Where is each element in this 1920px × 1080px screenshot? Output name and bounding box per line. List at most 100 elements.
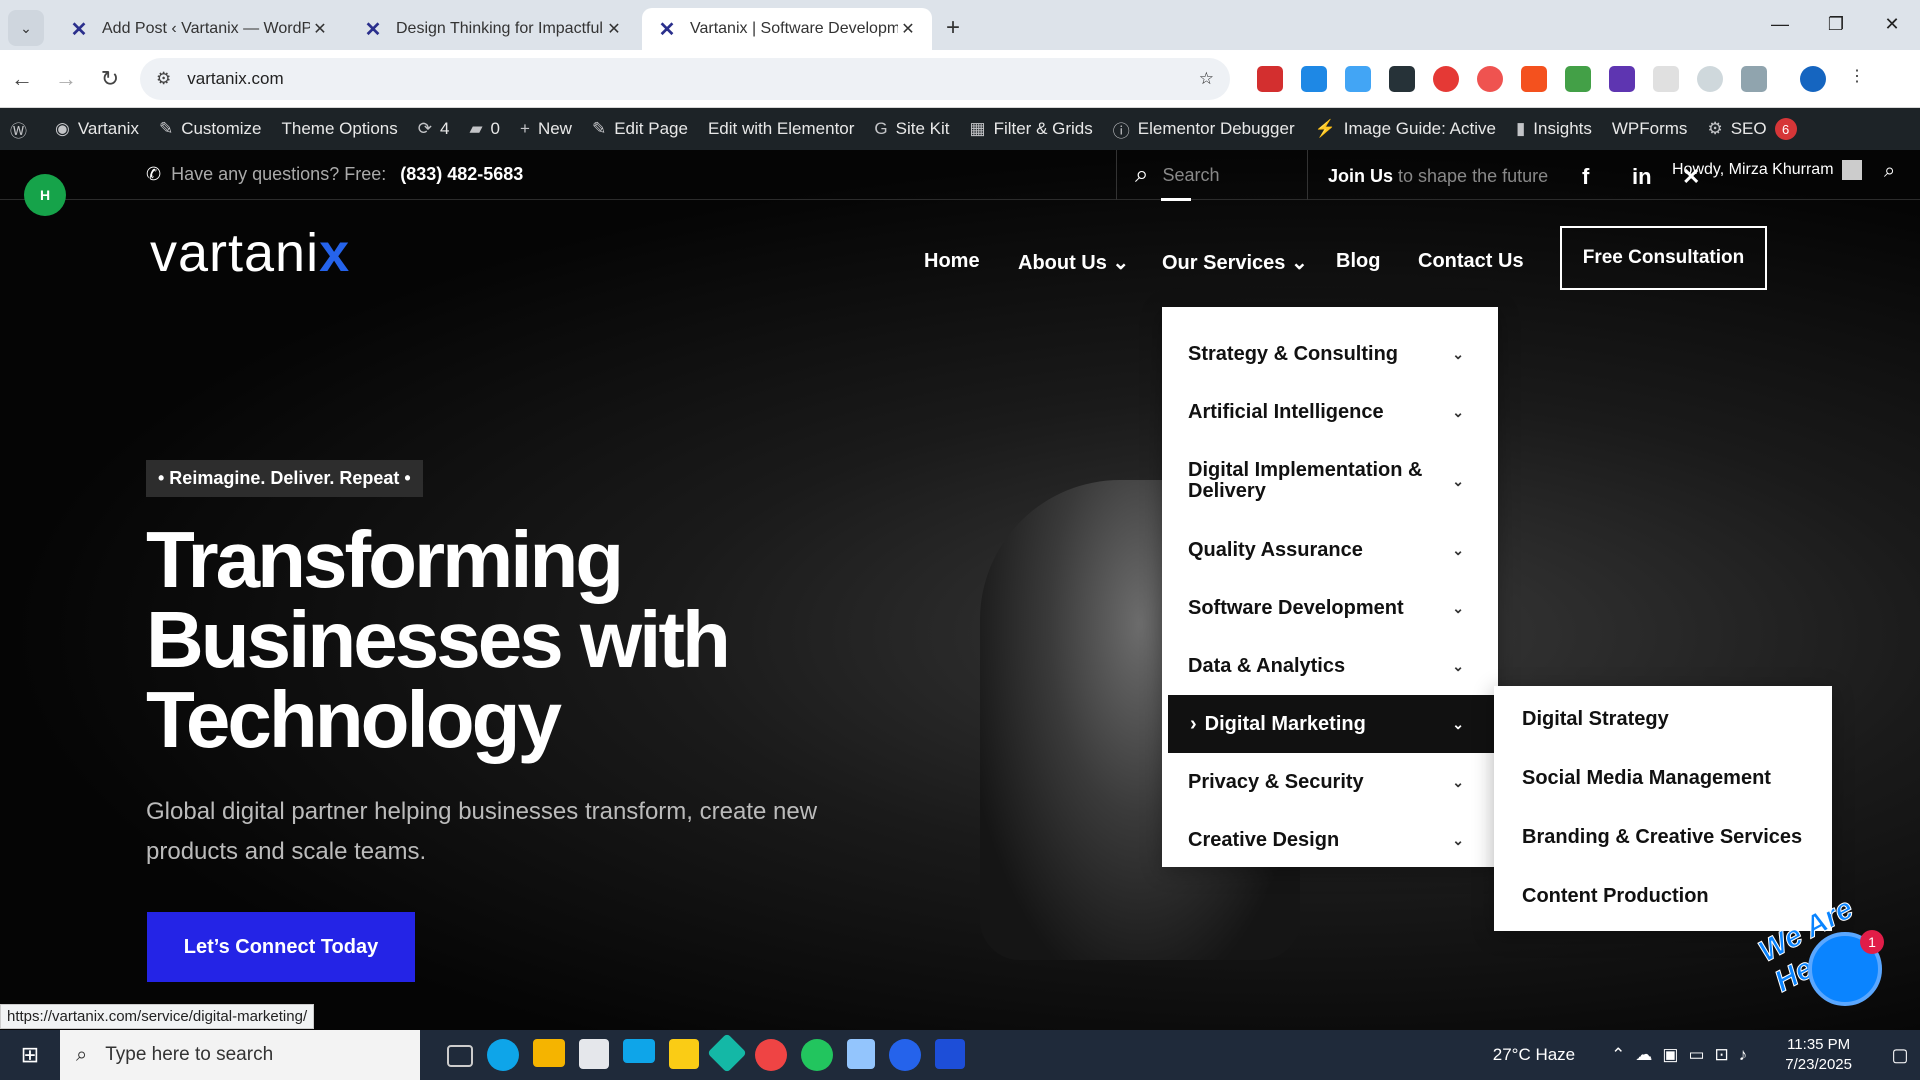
dropdown-item-strategy[interactable]: Strategy & Consulting ⌄ [1162, 325, 1498, 383]
chrome-icon[interactable] [801, 1039, 833, 1071]
tab-vartanix-active[interactable]: ✕ Vartanix | Software Developmen ✕ [642, 8, 932, 50]
blank-extension-icon[interactable] [1653, 65, 1679, 92]
url-bar[interactable]: ⚙ vartanix.com ☆ [140, 57, 1230, 100]
tab-design-thinking[interactable]: ✕ Design Thinking for Impactful V ✕ [348, 8, 638, 50]
pdf-extension-icon[interactable] [1257, 65, 1283, 92]
word-icon[interactable] [935, 1039, 965, 1069]
menu-blog[interactable]: Blog [1336, 250, 1380, 273]
submenu-digital-strategy[interactable]: Digital Strategy [1522, 708, 1669, 731]
wp-item-image-guide[interactable]: ⚡ Image Guide: Active [1305, 119, 1506, 139]
wp-item-comments[interactable]: ▰ 0 [459, 119, 510, 139]
wp-item-updates[interactable]: ⟳ 4 [408, 119, 460, 139]
wp-item-theme-options[interactable]: Theme Options [272, 119, 408, 139]
wp-item-wpforms[interactable]: WPForms [1602, 119, 1698, 139]
wp-item-insights[interactable]: ▮ Insights [1506, 119, 1602, 139]
wp-item-filter-grids[interactable]: ▦ Filter & Grids [960, 119, 1103, 139]
submenu-content-production[interactable]: Content Production [1522, 885, 1709, 908]
wp-item-site-kit[interactable]: G Site Kit [864, 119, 959, 139]
dropdown-item-software-dev[interactable]: Software Development ⌄ [1162, 579, 1498, 637]
store-icon[interactable] [579, 1039, 609, 1069]
weather-widget[interactable]: 27°C Haze [1493, 1045, 1575, 1065]
clock[interactable]: 11:35 PM 7/23/2025 [1785, 1035, 1852, 1075]
file-explorer-icon[interactable] [533, 1039, 565, 1067]
sticky-notes-icon[interactable] [669, 1039, 699, 1069]
pokeball-extension-icon[interactable] [1477, 65, 1503, 92]
wordpress-logo-icon[interactable]: Ⓦ [0, 117, 45, 142]
search-placeholder[interactable]: Search [1162, 165, 1219, 186]
menu-home[interactable]: Home [924, 250, 980, 273]
forward-arrow-icon[interactable]: → [44, 66, 88, 92]
facebook-icon[interactable]: f [1582, 164, 1632, 190]
profile-icon[interactable] [1800, 65, 1826, 92]
notepad-icon[interactable] [847, 1039, 875, 1069]
site-search[interactable]: ⌕ Search [1116, 150, 1308, 200]
submenu-social-media[interactable]: Social Media Management [1522, 767, 1771, 790]
tab-close-icon[interactable]: ✕ [310, 19, 330, 39]
minimize-button[interactable]: — [1752, 0, 1808, 48]
dropdown-item-qa[interactable]: Quality Assurance ⌄ [1162, 521, 1498, 579]
free-consultation-button[interactable]: Free Consultation [1560, 226, 1767, 290]
app-diamond-icon[interactable] [707, 1033, 747, 1073]
folder-extension-icon[interactable] [1389, 65, 1415, 92]
wp-item-new[interactable]: + New [510, 119, 582, 139]
cap-extension-icon[interactable] [1609, 65, 1635, 92]
new-tab-button[interactable]: + [946, 14, 960, 42]
document-extension-icon[interactable] [1345, 65, 1371, 92]
submenu-branding[interactable]: Branding & Creative Services [1522, 826, 1802, 849]
phone-number[interactable]: (833) 482-5683 [400, 164, 523, 185]
dropdown-item-digital-marketing[interactable]: › Digital Marketing ⌄ [1168, 695, 1498, 753]
join-us-link[interactable]: Join Us to shape the future [1328, 166, 1548, 187]
wp-item-seo[interactable]: ⚙ SEO 6 [1697, 118, 1806, 140]
tab-close-icon[interactable]: ✕ [604, 19, 624, 39]
vartanix-favicon-icon: ✕ [658, 18, 676, 41]
vartanix-logo[interactable]: vartanix [150, 222, 350, 284]
percent-extension-icon[interactable] [1521, 65, 1547, 92]
menu-about-us[interactable]: About Us ⌄ [1018, 250, 1129, 275]
site-info-icon[interactable]: ⚙ [156, 69, 171, 89]
wp-item-site[interactable]: ◉ Vartanix [45, 119, 149, 139]
taskbar-search-placeholder[interactable]: Type here to search [105, 1044, 273, 1066]
dropdown-item-creative-design[interactable]: Creative Design ⌄ [1162, 811, 1498, 869]
tab-search-button[interactable]: ⌄ [8, 10, 44, 46]
windows-start-icon[interactable]: ⊞ [0, 1042, 60, 1068]
menu-contact-us[interactable]: Contact Us [1418, 250, 1524, 273]
puzzle-extensions-icon[interactable] [1741, 65, 1767, 92]
dashboard-icon: ◉ [55, 119, 70, 138]
system-tray: 27°C Haze ⌃☁▣▭⊡♪ 11:35 PM 7/23/2025 ▢ [1493, 1030, 1920, 1080]
lets-connect-button[interactable]: Let’s Connect Today [147, 912, 415, 982]
dropdown-item-data-analytics[interactable]: Data & Analytics ⌄ [1162, 637, 1498, 695]
menu-our-services[interactable]: Our Services ⌄ [1162, 250, 1308, 275]
edge-icon[interactable] [487, 1039, 519, 1071]
wp-item-edit-page[interactable]: ✎ Edit Page [582, 119, 698, 139]
notification-icon[interactable]: ▢ [1880, 1045, 1920, 1066]
reload-icon[interactable]: ↻ [88, 66, 132, 92]
dropdown-item-privacy[interactable]: Privacy & Security ⌄ [1162, 753, 1498, 811]
chat-widget-button[interactable]: 1 [1808, 930, 1884, 1006]
bookmark-star-icon[interactable]: ☆ [1199, 69, 1214, 89]
compass-extension-icon[interactable] [1697, 65, 1723, 92]
zoom-icon[interactable] [889, 1039, 921, 1071]
task-view-icon[interactable] [447, 1045, 473, 1067]
menu-dots-icon[interactable]: ⋮ [1844, 65, 1870, 92]
tray-icons[interactable]: ⌃☁▣▭⊡♪ [1611, 1045, 1757, 1065]
green-circle-button[interactable]: H [24, 174, 66, 216]
taskbar-search[interactable]: ⌕ Type here to search [60, 1030, 420, 1080]
howdy-user[interactable]: Howdy, Mirza Khurram [1672, 160, 1862, 180]
dropdown-item-ai[interactable]: Artificial Intelligence ⌄ [1162, 383, 1498, 441]
wp-item-customize[interactable]: ✎ Customize [149, 119, 272, 139]
shield-extension-icon[interactable] [1301, 65, 1327, 92]
mail-icon[interactable] [623, 1039, 655, 1063]
dropdown-item-digital-implementation[interactable]: Digital Implementation & Delivery ⌄ [1162, 441, 1498, 521]
wp-item-elementor[interactable]: Edit with Elementor [698, 119, 864, 139]
admin-search-icon[interactable]: ⌕ [1884, 160, 1895, 183]
url-text[interactable]: vartanix.com [187, 69, 1199, 89]
tab-close-icon[interactable]: ✕ [898, 19, 918, 39]
back-arrow-icon[interactable]: ← [0, 66, 44, 92]
bw-extension-icon[interactable] [1565, 65, 1591, 92]
tab-add-post[interactable]: ✕ Add Post ‹ Vartanix — WordPress ✕ [54, 8, 344, 50]
chrome-profile-icon[interactable] [755, 1039, 787, 1071]
restore-button[interactable]: ❐ [1808, 0, 1864, 48]
close-window-button[interactable]: ✕ [1864, 0, 1920, 48]
wp-item-elementor-debugger[interactable]: ⓘ Elementor Debugger [1103, 117, 1305, 142]
circle-extension-icon[interactable] [1433, 65, 1459, 92]
